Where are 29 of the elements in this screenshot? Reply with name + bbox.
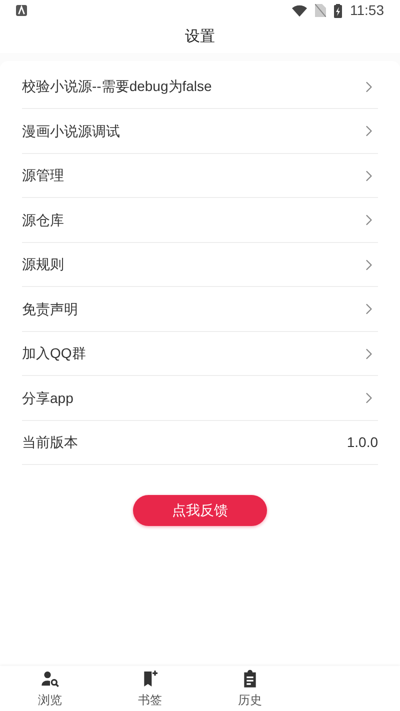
settings-row[interactable]: 漫画小说源调试 xyxy=(22,109,378,154)
settings-row[interactable]: 加入QQ群 xyxy=(22,332,378,376)
settings-row[interactable]: 源仓库 xyxy=(22,198,378,243)
nav-tab[interactable]: 书签 xyxy=(100,666,200,711)
settings-label: 当前版本 xyxy=(22,433,78,452)
wifi-icon xyxy=(292,4,307,16)
settings-row[interactable]: 源管理 xyxy=(22,154,378,198)
page-title: 设置 xyxy=(185,26,215,47)
settings-label: 免责声明 xyxy=(22,300,78,319)
settings-label: 源仓库 xyxy=(22,210,64,230)
settings-label: 分享app xyxy=(22,388,74,408)
no-sim-icon xyxy=(315,4,326,17)
app-notification-icon xyxy=(16,5,27,16)
settings-label: 漫画小说源调试 xyxy=(22,122,120,141)
settings-row[interactable]: 校验小说源--需要debug为false xyxy=(22,64,378,110)
settings-row[interactable]: 免责声明 xyxy=(22,287,378,332)
feedback-button[interactable]: 点我反馈 xyxy=(133,495,267,526)
nav-tab[interactable]: 历史 xyxy=(200,666,300,711)
nav-tab[interactable]: 浏览 xyxy=(0,666,100,711)
settings-row[interactable]: 分享app xyxy=(22,376,378,421)
settings-label: 源管理 xyxy=(22,166,64,186)
settings-label: 加入QQ群 xyxy=(22,344,86,364)
settings-label: 校验小说源--需要debug为false xyxy=(22,77,212,96)
status-time: 11:53 xyxy=(350,1,384,20)
settings-label: 源规则 xyxy=(22,255,64,274)
settings-row[interactable]: 源规则 xyxy=(22,242,378,288)
battery-charging-icon xyxy=(334,4,342,18)
person-search-icon xyxy=(40,668,60,689)
version-value: 1.0.0 xyxy=(346,433,378,452)
